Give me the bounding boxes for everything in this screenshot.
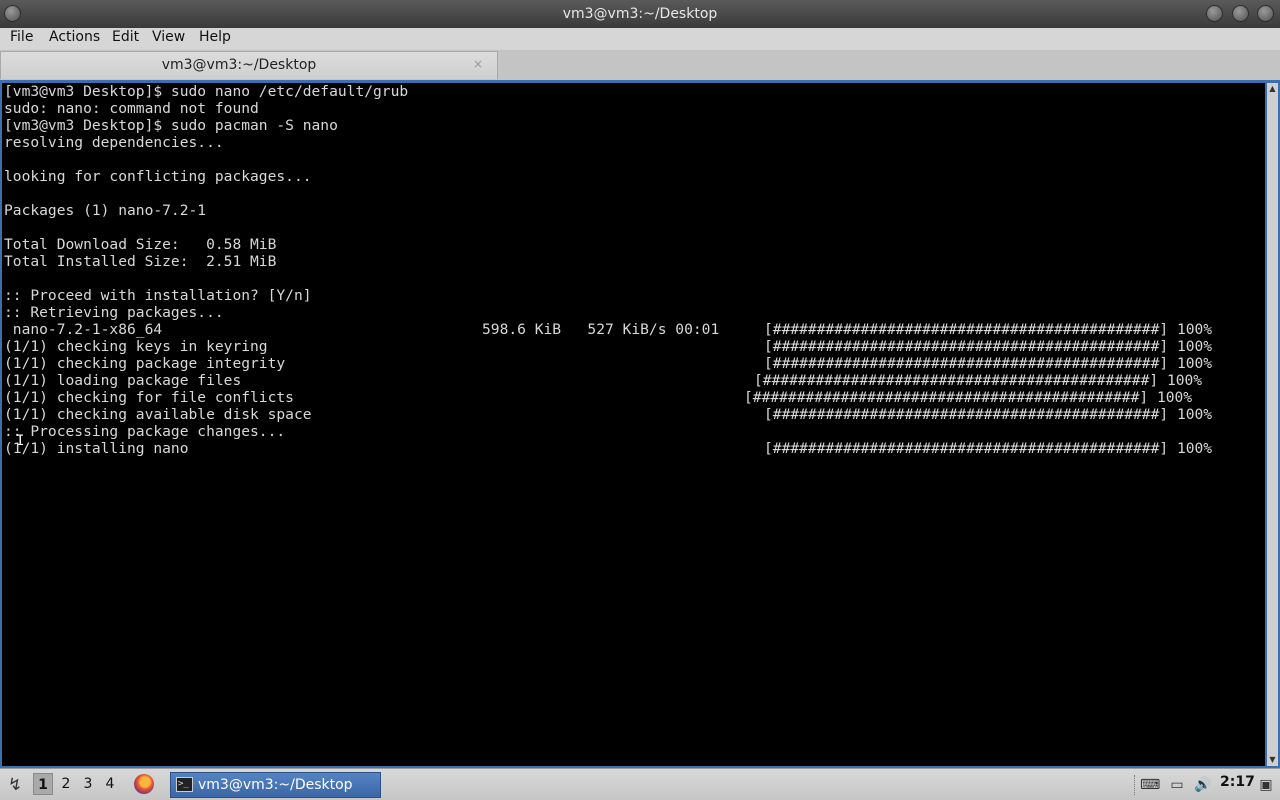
terminal-line: Total Download Size: 0.58 MiB (4, 236, 277, 253)
volume-icon[interactable]: 🔊 (1193, 775, 1213, 795)
tab-terminal[interactable]: vm3@vm3:~/Desktop × (0, 51, 498, 79)
progress-bar-text: [#######################################… (744, 389, 1193, 406)
terminal-line: sudo: nano: command not found (4, 100, 259, 117)
terminal-line: [vm3@vm3 Desktop]$ sudo nano /etc/defaul… (4, 83, 409, 100)
terminal-line: :: Proceed with installation? [Y/n] (4, 287, 312, 304)
progress-bar-text: [#######################################… (764, 355, 1213, 372)
text-cursor-icon: I (16, 433, 25, 449)
terminal-line: :: Processing package changes... (4, 423, 286, 440)
menu-edit[interactable]: Edit (112, 29, 139, 45)
menu-file[interactable]: File (10, 29, 33, 45)
menu-view[interactable]: View (152, 29, 185, 45)
scroll-down-icon[interactable]: ▼ (1267, 754, 1278, 766)
progress-bar-text: [#######################################… (764, 406, 1213, 423)
menu-bar: File Actions Edit View Help (0, 28, 1280, 50)
close-icon[interactable] (1257, 5, 1274, 22)
terminal-output[interactable]: [vm3@vm3 Desktop]$ sudo nano /etc/defaul… (2, 83, 1265, 766)
desktop-switcher-3[interactable]: 3 (78, 773, 98, 795)
start-menu-icon[interactable]: ↯ (4, 774, 26, 796)
terminal-line: Total Installed Size: 2.51 MiB (4, 253, 277, 270)
tab-close-icon[interactable]: × (473, 57, 483, 71)
terminal-icon: >_ (176, 777, 193, 792)
menu-actions[interactable]: Actions (49, 29, 100, 45)
show-desktop-icon[interactable]: ▣ (1256, 775, 1276, 795)
window-menu-icon[interactable] (4, 5, 21, 22)
taskbar: ↯ 1 2 3 4 >_ vm3@vm3:~/Desktop ⌨ ▭ 🔊 2:1… (0, 768, 1280, 800)
terminal-line: Packages (1) nano-7.2-1 (4, 202, 207, 219)
download-stats: 598.6 KiB 527 KiB/s 00:01 (482, 321, 720, 338)
terminal-line: (1/1) installing nano (4, 440, 189, 457)
terminal-line: looking for conflicting packages... (4, 168, 312, 185)
window-title: vm3@vm3:~/Desktop (562, 6, 718, 22)
desktop-switcher-1[interactable]: 1 (33, 773, 53, 795)
terminal-scrollbar[interactable]: ▲ ▼ (1267, 83, 1278, 766)
minimize-icon[interactable] (1206, 5, 1223, 22)
desktop-switcher-4[interactable]: 4 (100, 773, 120, 795)
terminal-line: :: Retrieving packages... (4, 304, 224, 321)
progress-bar-text: [#######################################… (754, 372, 1203, 389)
terminal-line: (1/1) loading package files (4, 372, 242, 389)
terminal-line: (1/1) checking available disk space (4, 406, 312, 423)
terminal-line: [vm3@vm3 Desktop]$ sudo pacman -S nano (4, 117, 338, 134)
terminal-line: resolving dependencies... (4, 134, 224, 151)
taskbar-item-label: vm3@vm3:~/Desktop (198, 777, 353, 793)
progress-bar-text: [#######################################… (764, 440, 1213, 457)
tab-bar: vm3@vm3:~/Desktop × (0, 50, 1280, 80)
terminal-line: (1/1) checking keys in keyring (4, 338, 268, 355)
terminal-frame: [vm3@vm3 Desktop]$ sudo nano /etc/defaul… (0, 80, 1280, 768)
terminal-line: nano-7.2-1-x86_64 (4, 321, 163, 338)
maximize-icon[interactable] (1232, 5, 1249, 22)
taskbar-item-terminal[interactable]: >_ vm3@vm3:~/Desktop (170, 772, 381, 798)
drive-icon[interactable]: ▭ (1167, 775, 1187, 795)
tray-separator (1134, 775, 1139, 795)
terminal-line: (1/1) checking package integrity (4, 355, 286, 372)
progress-bar-text: [#######################################… (764, 321, 1213, 338)
window-titlebar[interactable]: vm3@vm3:~/Desktop (0, 0, 1280, 28)
tab-label: vm3@vm3:~/Desktop (161, 57, 317, 73)
menu-help[interactable]: Help (199, 29, 231, 45)
keyboard-layout-icon[interactable]: ⌨ (1140, 775, 1160, 795)
terminal-window: vm3@vm3:~/Desktop File Actions Edit View… (0, 0, 1280, 768)
firefox-icon[interactable] (134, 774, 154, 794)
clock[interactable]: 2:17 (1220, 774, 1255, 790)
terminal-line: (1/1) checking for file conflicts (4, 389, 294, 406)
scroll-up-icon[interactable]: ▲ (1267, 83, 1278, 95)
progress-bar-text: [#######################################… (764, 338, 1213, 355)
desktop-switcher-2[interactable]: 2 (56, 773, 76, 795)
